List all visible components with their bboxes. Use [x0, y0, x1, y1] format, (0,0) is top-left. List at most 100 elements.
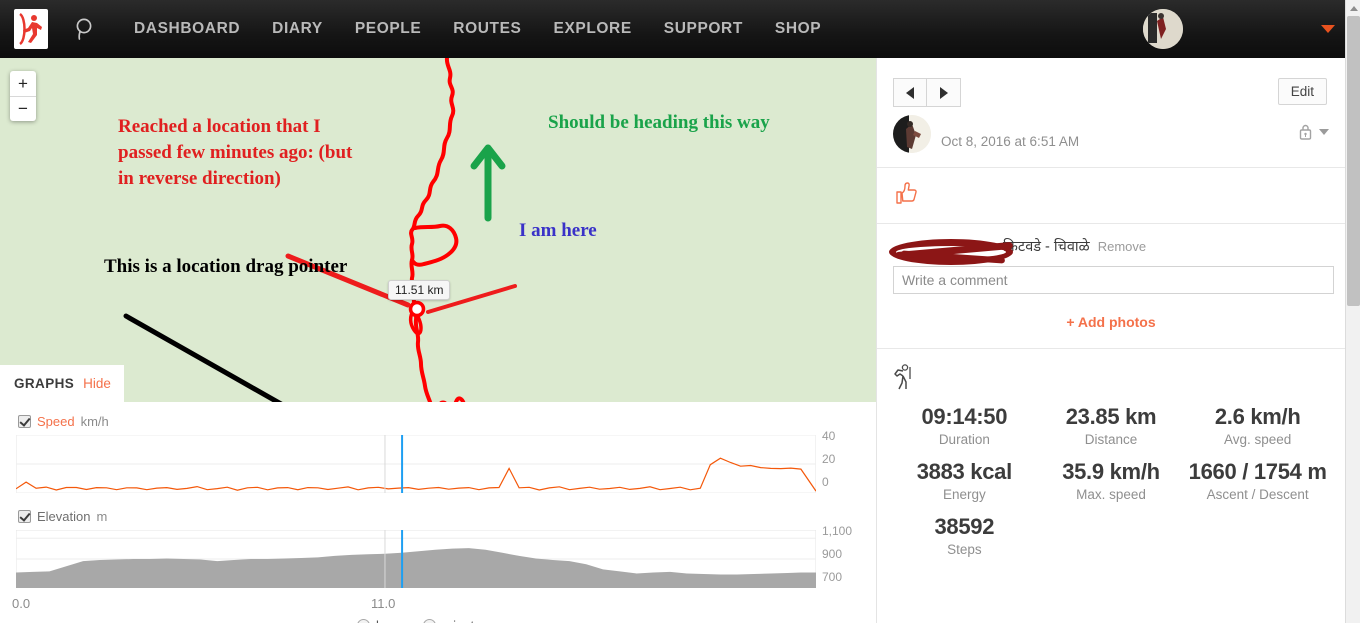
radio-km[interactable]: km	[356, 618, 393, 623]
chevron-left-icon	[906, 86, 914, 99]
speed-legend: Speed km/h	[0, 402, 876, 433]
author-avatar[interactable]	[893, 115, 931, 153]
x-axis: 0.0 11.0	[12, 596, 816, 614]
app-root: DASHBOARD DIARY PEOPLE ROUTES EXPLORE SU…	[0, 0, 1360, 623]
heading-arrow-annotation	[470, 144, 506, 222]
x-tick-cursor: 11.0	[370, 596, 396, 611]
nav-item-dashboard[interactable]: DASHBOARD	[118, 20, 256, 38]
elevation-ytick: 700	[822, 570, 843, 584]
main-nav-links: DASHBOARD DIARY PEOPLE ROUTES EXPLORE SU…	[118, 20, 837, 38]
activity-header-section: Edit Oct 8, 2016 at 6:51 AM	[877, 58, 1345, 168]
location-drag-pointer	[408, 300, 426, 318]
stat-value: 35.9 km/h	[1062, 459, 1160, 484]
zoom-in-button[interactable]: +	[10, 71, 36, 96]
speed-checkbox[interactable]	[18, 415, 31, 428]
annotation-green-text: Should be heading this way	[548, 112, 770, 133]
stat-label: Steps	[947, 542, 982, 557]
speed-chart[interactable]: 40 20 0	[16, 429, 835, 493]
speed-ytick: 40	[822, 429, 836, 443]
graphs-panel: Speed km/h 40 20 0 Elevation m 1,100 900…	[0, 402, 876, 623]
stat-label: Energy	[942, 487, 986, 502]
chevron-down-icon[interactable]	[1321, 25, 1335, 33]
elevation-checkbox[interactable]	[18, 510, 31, 523]
avatar[interactable]	[1143, 9, 1183, 49]
stat-label: Distance	[1084, 432, 1138, 447]
nav-item-routes[interactable]: ROUTES	[437, 20, 537, 38]
speed-ytick: 0	[822, 475, 829, 489]
remove-tag-button[interactable]: Remove	[1098, 239, 1146, 254]
next-activity-button[interactable]	[927, 78, 961, 107]
stat-duration: 09:14:50 Duration	[891, 404, 1038, 447]
stat-label: Ascent / Descent	[1206, 487, 1309, 502]
zoom-out-button[interactable]: −	[10, 96, 36, 121]
stat-value: 09:14:50	[921, 404, 1008, 429]
tagged-place-name: किटवडे - चिवाळे	[1003, 239, 1090, 255]
search-icon[interactable]	[70, 17, 100, 41]
scrollbar-thumb[interactable]	[1347, 16, 1360, 306]
nav-user-area	[1143, 9, 1345, 49]
elevation-ytick: 900	[822, 547, 843, 561]
x-tick-start: 0.0	[12, 596, 31, 611]
activity-author-row: Oct 8, 2016 at 6:51 AM	[877, 107, 1345, 167]
nav-item-diary[interactable]: DIARY	[256, 20, 339, 38]
stat-label: Max. speed	[1076, 487, 1146, 502]
nav-item-explore[interactable]: EXPLORE	[538, 20, 648, 38]
chevron-right-icon	[939, 86, 948, 99]
stat-empty	[1184, 514, 1331, 557]
graphs-hide-button[interactable]: Hide	[83, 376, 111, 391]
annotation-red-text: Reached a location that I passed few min…	[118, 116, 353, 190]
radio-km-label: km	[376, 618, 393, 623]
comment-input[interactable]: Write a comment	[893, 266, 1334, 294]
lock-icon	[1299, 124, 1312, 140]
nav-item-shop[interactable]: SHOP	[759, 20, 837, 38]
nav-username-redacted[interactable]	[1191, 18, 1287, 40]
map-distance-marker-label: 11.51 km	[388, 280, 451, 300]
thumbs-up-icon[interactable]	[893, 180, 919, 206]
stat-empty	[1038, 514, 1185, 557]
elevation-unit: m	[96, 509, 108, 524]
nav-item-people[interactable]: PEOPLE	[339, 20, 437, 38]
edit-button[interactable]: Edit	[1277, 78, 1327, 105]
add-photos-button[interactable]: + Add photos	[893, 314, 1329, 330]
activity-stats-section: 09:14:50 Duration 23.85 km Distance 2.6 …	[877, 349, 1345, 557]
annotation-blue-text: I am here	[519, 220, 597, 241]
elevation-chart-svg	[16, 530, 816, 588]
stat-value: 3883 kcal	[916, 459, 1012, 484]
runner-logo[interactable]	[14, 9, 48, 49]
stat-value: 2.6 km/h	[1214, 404, 1301, 429]
stat-label: Avg. speed	[1224, 432, 1292, 447]
stat-label: Duration	[938, 432, 990, 447]
stat-ascent-descent: 1660 / 1754 m Ascent / Descent	[1184, 459, 1331, 502]
radio-minutes[interactable]: minutes	[423, 618, 488, 623]
stat-distance: 23.85 km Distance	[1038, 404, 1185, 447]
stat-avg-speed: 2.6 km/h Avg. speed	[1184, 404, 1331, 447]
speed-ytick: 20	[822, 452, 836, 466]
chevron-down-icon[interactable]	[1319, 128, 1329, 135]
speed-chart-svg	[16, 435, 816, 493]
privacy-control[interactable]	[1298, 115, 1329, 140]
scroll-up-arrow-icon[interactable]	[1346, 0, 1360, 16]
comments-section: किटवडे - चिवाळे Remove Write a comment +…	[877, 224, 1345, 349]
author-meta: Oct 8, 2016 at 6:51 AM	[941, 115, 1079, 149]
stat-energy: 3883 kcal Energy	[891, 459, 1038, 502]
elevation-label: Elevation	[37, 509, 91, 524]
annotation-black-text: This is a location drag pointer	[104, 256, 348, 277]
stat-value: 1660 / 1754 m	[1188, 459, 1327, 484]
like-section	[877, 168, 1345, 224]
radio-minutes-dot[interactable]	[423, 619, 437, 623]
previous-activity-button[interactable]	[893, 78, 927, 107]
comment-placeholder: Write a comment	[902, 272, 1008, 288]
author-name-redacted[interactable]	[941, 115, 1079, 132]
map-zoom-controls: + −	[10, 71, 36, 121]
stat-max-speed: 35.9 km/h Max. speed	[1038, 459, 1185, 502]
activity-nav-row: Edit	[877, 58, 1345, 107]
elevation-chart[interactable]: 1,100 900 700	[16, 524, 852, 588]
radio-km-dot[interactable]	[356, 619, 370, 623]
stat-steps: 38592 Steps	[891, 514, 1038, 557]
elevation-legend: Elevation m	[0, 493, 876, 528]
stats-grid: 09:14:50 Duration 23.85 km Distance 2.6 …	[877, 396, 1345, 557]
prev-next-group	[893, 78, 961, 107]
radio-minutes-label: minutes	[442, 618, 488, 623]
page-scrollbar[interactable]	[1345, 0, 1360, 623]
nav-item-support[interactable]: SUPPORT	[648, 20, 759, 38]
